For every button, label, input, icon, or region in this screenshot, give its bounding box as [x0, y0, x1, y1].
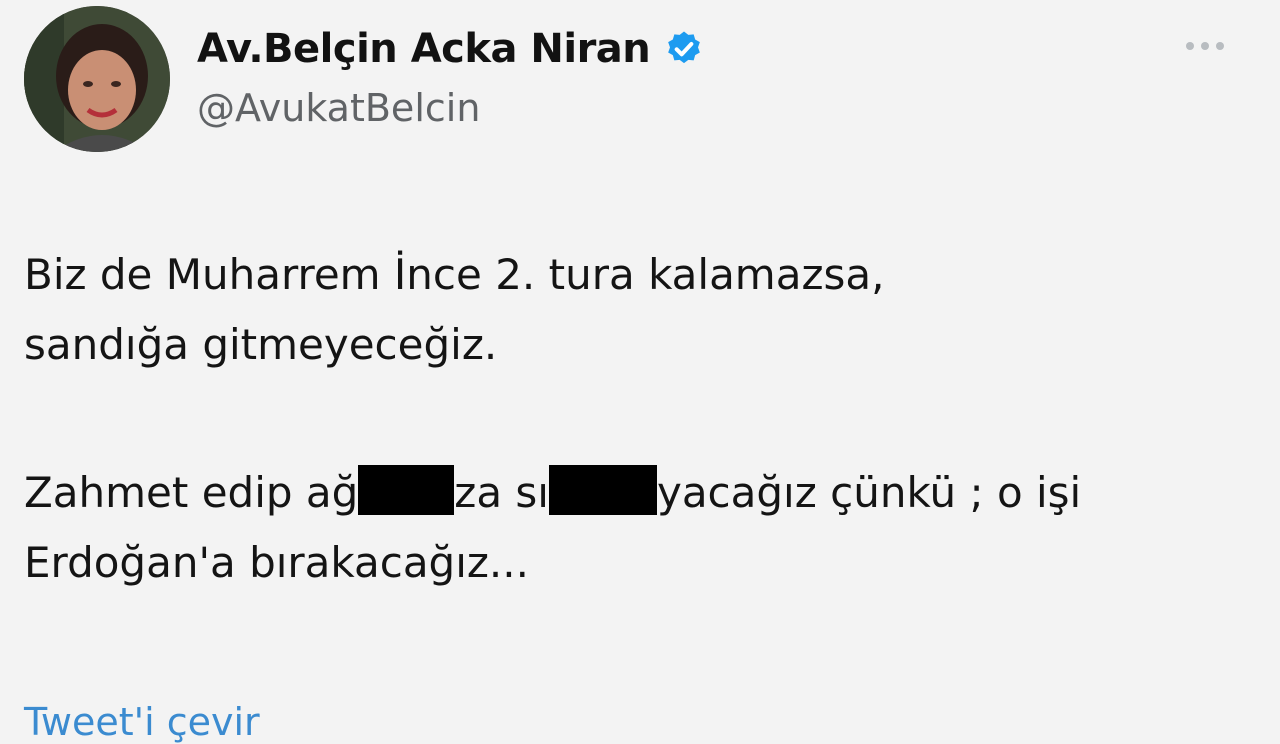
tweet-line-3-part-1: Zahmet edip ağ — [24, 468, 359, 517]
dot — [1201, 42, 1209, 50]
dot — [1186, 42, 1194, 50]
verified-badge-icon — [664, 29, 704, 69]
redaction-box — [548, 465, 657, 515]
author-handle[interactable]: @AvukatBelcin — [197, 86, 480, 130]
tweet-line-3-part-3: yacağız çünkü ; o işi — [656, 468, 1082, 517]
tweet-text: Biz de Muharrem İnce 2. tura kalamazsa, … — [24, 240, 1244, 598]
tweet-line-4: Erdoğan'a bırakacağız... — [24, 538, 529, 587]
author-name-text: Av.Belçin Acka Niran — [197, 26, 651, 72]
tweet-line-1: Biz de Muharrem İnce 2. tura kalamazsa, — [24, 250, 885, 299]
tweet-line-2: sandığa gitmeyeceğiz. — [24, 320, 498, 369]
avatar[interactable] — [24, 6, 170, 152]
more-options-icon[interactable] — [1180, 36, 1230, 56]
translate-tweet-link[interactable]: Tweet'i çevir — [24, 700, 260, 744]
profile-photo — [24, 6, 170, 152]
tweet-line-3: Zahmet edip ağ za sı yacağız çünkü ; o işi — [24, 458, 1244, 528]
tweet-line-3-part-2: za sı — [454, 468, 549, 517]
author-display-name[interactable]: Av.Belçin Acka Niran — [197, 26, 704, 72]
dot — [1216, 42, 1224, 50]
redaction-box — [358, 465, 455, 515]
